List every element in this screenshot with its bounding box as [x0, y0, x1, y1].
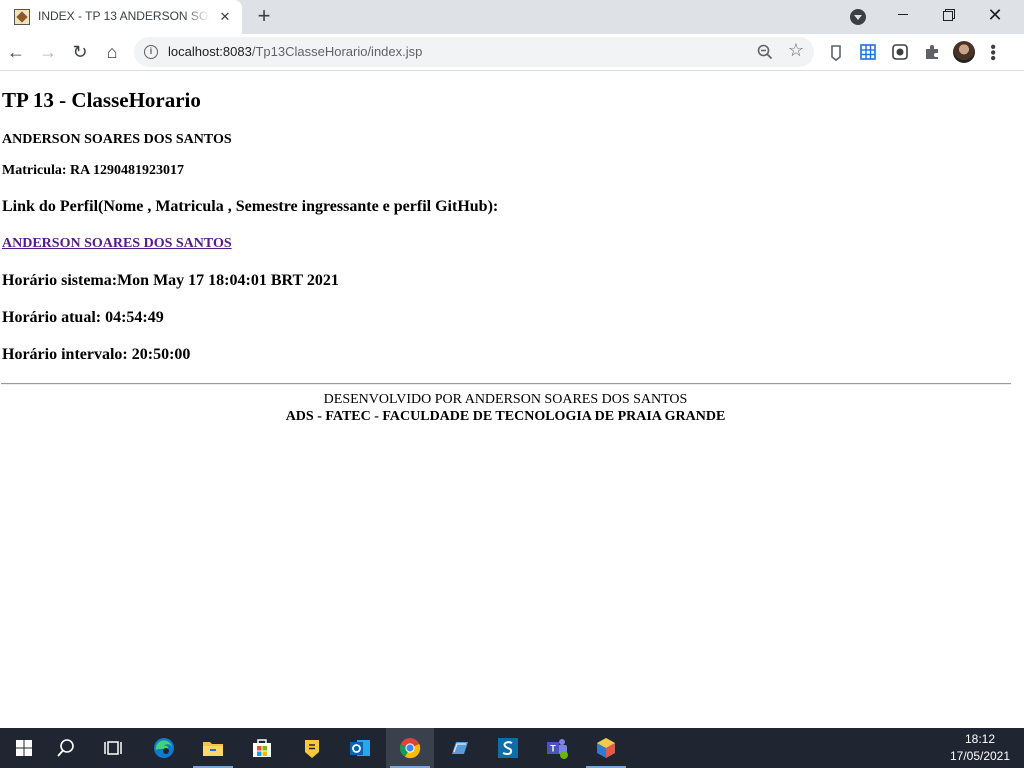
- address-bar[interactable]: i localhost:8083/Tp13ClasseHorario/index…: [134, 37, 814, 67]
- windows-start-icon[interactable]: [0, 728, 48, 768]
- forward-button[interactable]: →: [35, 39, 61, 65]
- url-host: localhost:8083: [168, 44, 252, 59]
- taskbar: T 18:12 17/05/2021: [0, 728, 1024, 768]
- tab-strip: INDEX - TP 13 ANDERSON SOARES DOS SANTOS…: [0, 0, 1024, 34]
- reload-button[interactable]: ↻: [67, 39, 93, 65]
- task-view-icon[interactable]: [90, 728, 138, 768]
- outlook-icon[interactable]: [336, 728, 384, 768]
- system-time: Horário sistema:Mon May 17 18:04:01 BRT …: [2, 272, 339, 289]
- extension-record-icon[interactable]: [890, 42, 910, 62]
- chrome-icon[interactable]: [386, 728, 434, 768]
- teams-icon[interactable]: T: [533, 728, 581, 768]
- page-title: TP 13 - ClasseHorario: [2, 88, 201, 112]
- more-vert-icon[interactable]: •••: [984, 40, 1004, 64]
- file-explorer-icon[interactable]: [189, 728, 237, 768]
- puzzle-icon[interactable]: [922, 42, 942, 62]
- clock-time: 18:12: [964, 732, 996, 746]
- taskbar-clock[interactable]: 18:12 17/05/2021: [940, 731, 1020, 765]
- edge-icon[interactable]: [140, 728, 188, 768]
- tab-title: INDEX - TP 13 ANDERSON SOARES DOS SANTOS: [38, 9, 210, 23]
- minimize-button[interactable]: [880, 0, 926, 30]
- tab-search-icon[interactable]: [850, 9, 866, 25]
- avatar[interactable]: [953, 41, 975, 63]
- window-close-button[interactable]: ✕: [972, 0, 1018, 30]
- svg-text:T: T: [550, 744, 556, 754]
- url-text[interactable]: localhost:8083/Tp13ClasseHorario/index.j…: [168, 44, 422, 59]
- keep-icon[interactable]: [288, 728, 336, 768]
- horizontal-divider: [1, 383, 1011, 385]
- browser-toolbar: ← → ↻ ⌂ i localhost:8083/Tp13ClasseHorar…: [0, 34, 1024, 71]
- page-content: TP 13 - ClasseHorario ANDERSON SOARES DO…: [0, 72, 1024, 728]
- extension-shield-icon[interactable]: [826, 42, 846, 62]
- back-button[interactable]: ←: [3, 39, 29, 65]
- browser-tab[interactable]: INDEX - TP 13 ANDERSON SOARES DOS SANTOS…: [0, 0, 242, 34]
- search-icon[interactable]: [42, 728, 90, 768]
- matricula-text: Matricula: RA 1290481923017: [2, 163, 184, 178]
- url-path: /Tp13ClasseHorario/index.jsp: [251, 44, 423, 59]
- page-favicon-icon: [14, 9, 30, 25]
- store-icon[interactable]: [238, 728, 286, 768]
- footer-developer: DESENVOLVIDO POR ANDERSON SOARES DOS SAN…: [323, 392, 688, 407]
- profile-link[interactable]: ANDERSON SOARES DOS SANTOS: [2, 236, 232, 252]
- author-name: ANDERSON SOARES DOS SANTOS: [2, 132, 232, 147]
- clock-date: 17/05/2021: [949, 749, 1011, 763]
- current-time: Horário atual: 04:54:49: [2, 309, 164, 326]
- footer-institution: ADS - FATEC - FACULDADE DE TECNOLOGIA DE…: [285, 409, 726, 424]
- tab-close-icon[interactable]: ✕: [216, 8, 234, 26]
- restore-button[interactable]: [926, 0, 972, 30]
- app-blue-icon[interactable]: [435, 728, 483, 768]
- profile-heading: Link do Perfil(Nome , Matricula , Semest…: [2, 198, 499, 215]
- sourcetree-icon[interactable]: [484, 728, 532, 768]
- app-cube-icon[interactable]: [582, 728, 630, 768]
- site-info-icon[interactable]: i: [144, 45, 158, 59]
- star-icon[interactable]: ☆: [786, 40, 806, 62]
- extension-grid-icon[interactable]: [858, 42, 878, 62]
- home-button[interactable]: ⌂: [99, 39, 125, 65]
- new-tab-button[interactable]: +: [252, 5, 276, 29]
- zoom-out-icon[interactable]: [756, 43, 774, 61]
- interval-time: Horário intervalo: 20:50:00: [2, 346, 191, 363]
